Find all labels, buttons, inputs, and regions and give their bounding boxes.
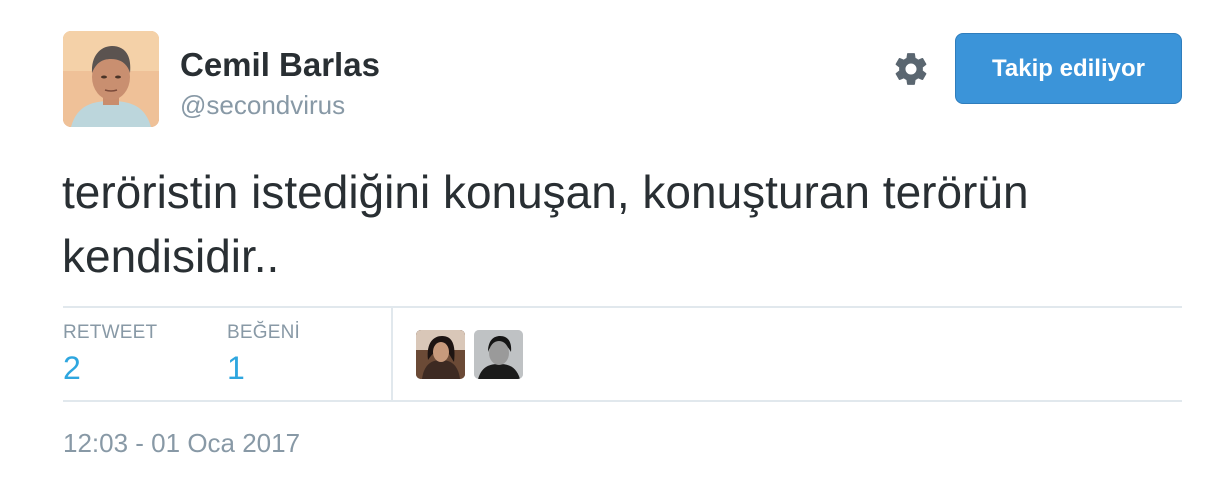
author-avatar[interactable] [63,31,159,127]
author-avatar-image [63,31,159,127]
divider [63,306,1182,308]
liker-avatar[interactable] [474,330,523,379]
retweet-stat[interactable]: RETWEET 2 [63,322,157,387]
like-label: BEĞENİ [227,322,300,343]
author-name[interactable]: Cemil Barlas [180,46,380,84]
tweet-text: teröristin istediğini konuşan, konuştura… [62,166,1029,282]
stats-separator [391,307,393,401]
liker-avatar[interactable] [416,330,465,379]
like-count: 1 [227,350,245,386]
tweet-timestamp[interactable]: 12:03 - 01 Oca 2017 [63,428,300,459]
like-stat[interactable]: BEĞENİ 1 [227,322,300,387]
divider [63,400,1182,402]
liker-avatar-image [416,330,465,379]
retweet-label: RETWEET [63,322,158,343]
author-handle[interactable]: @secondvirus [180,90,345,121]
liker-avatar-image [474,330,523,379]
gear-icon[interactable] [892,50,930,88]
following-button[interactable]: Takip ediliyor [955,33,1182,104]
retweet-count: 2 [63,350,81,386]
tweet-card: Cemil Barlas @secondvirus Takip ediliyor… [0,0,1218,484]
